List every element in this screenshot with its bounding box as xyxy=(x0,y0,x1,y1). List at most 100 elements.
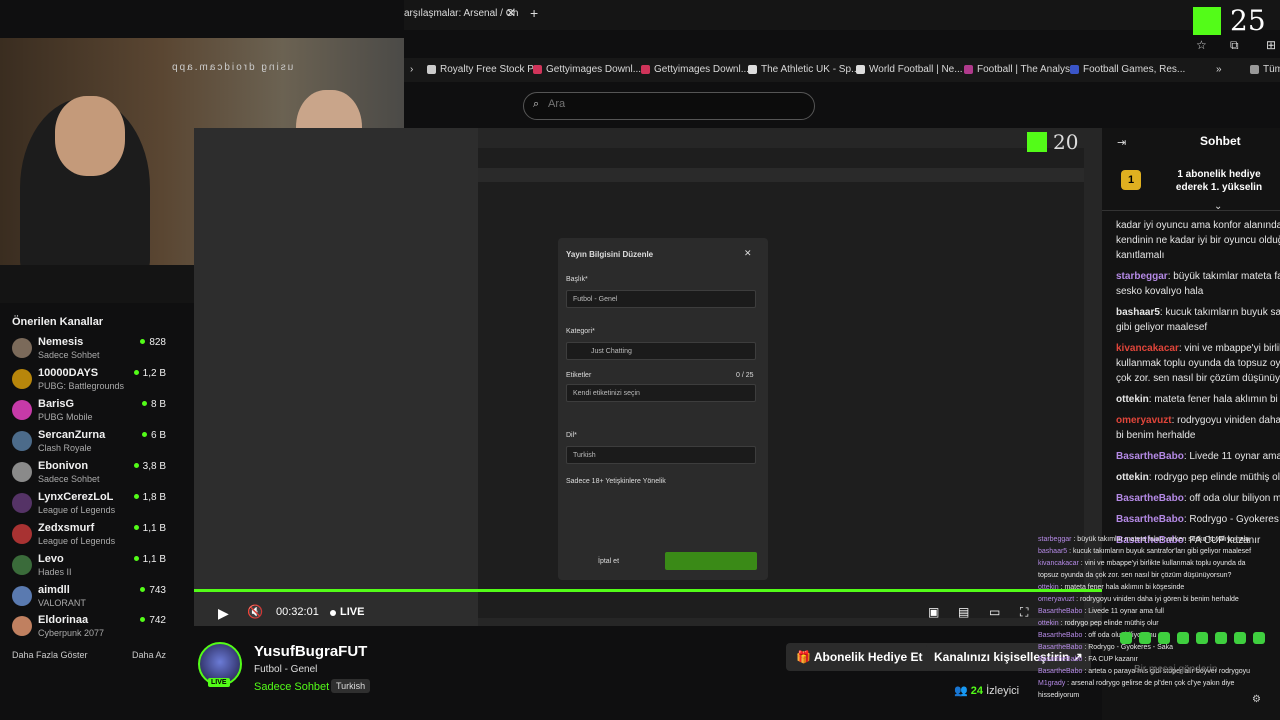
collapse-chat-icon[interactable]: ⇥ xyxy=(1117,136,1126,149)
sidebar-channel[interactable]: aimdll VALORANT 743 xyxy=(12,584,172,612)
avatar xyxy=(12,586,32,606)
progress-bar[interactable] xyxy=(194,589,1102,592)
browser-tab-title[interactable]: arşılaşmalar: Arsenal / Ch xyxy=(404,8,519,19)
chat-username[interactable]: ottekin xyxy=(1116,472,1149,483)
grid-icon[interactable]: ⊞ xyxy=(1266,38,1276,52)
channel-name: BarisG xyxy=(38,398,75,410)
bookmark-item[interactable]: The Athletic UK - Sp... xyxy=(748,64,859,75)
bookmark-label: World Football | Ne... xyxy=(869,64,963,75)
overlay-chat-line: BasartheBabo : Livede 11 oynar ama full xyxy=(1038,608,1164,615)
emote-icon[interactable] xyxy=(1177,632,1189,644)
channel-game: PUBG Mobile xyxy=(38,412,93,422)
bookmark-label: Football | The Analyst xyxy=(977,64,1073,75)
live-dot-icon xyxy=(141,432,147,437)
extensions-icon[interactable]: ⧉ xyxy=(1230,38,1239,53)
stream-tag[interactable]: Turkish xyxy=(331,679,371,693)
bookmark-favicon-icon xyxy=(856,65,865,74)
sidebar-channel[interactable]: LynxCerezLoL League of Legends 1,8 B xyxy=(12,491,172,519)
bookmark-item[interactable]: World Football | Ne... xyxy=(856,64,963,75)
chat-username[interactable]: BasartheBabo xyxy=(1116,514,1184,525)
search-input[interactable] xyxy=(546,97,800,111)
chat-username[interactable]: BasartheBabo xyxy=(1116,493,1184,504)
fullscreen-icon[interactable]: ⛶ xyxy=(1020,605,1028,620)
emote-icon[interactable] xyxy=(1196,632,1208,644)
show-more-link[interactable]: Daha Fazla Göster xyxy=(12,650,88,660)
clip-icon[interactable]: ▣ xyxy=(928,605,939,619)
bookmark-favicon-icon xyxy=(427,65,436,74)
bookmark-item[interactable]: Royalty Free Stock P... xyxy=(427,64,541,75)
avatar xyxy=(12,400,32,420)
overlay-chat-line: kivancakacar : vini ve mbappe'yi birlikt… xyxy=(1038,560,1246,567)
sidebar-channel[interactable]: Zedxsmurf League of Legends 1,1 B xyxy=(12,522,172,550)
channel-viewers: 1,1 B xyxy=(133,523,166,534)
gear-icon[interactable]: ⚙ xyxy=(1252,694,1261,705)
avatar xyxy=(12,431,32,451)
bookmark-favicon-icon xyxy=(964,65,973,74)
bookmarks-overflow-icon[interactable]: » xyxy=(1216,64,1222,75)
chat-username[interactable]: omeryavuzt xyxy=(1116,415,1172,426)
pip-icon[interactable]: ▭ xyxy=(989,605,1000,619)
pinned-gift-message[interactable]: 1 abonelik hediye ederek 1. yükselin xyxy=(1160,168,1278,194)
play-icon[interactable]: ▶ xyxy=(218,605,229,622)
overlay-chat-line: omeryavuzt : rodrygoyu viniden daha iyi … xyxy=(1038,596,1239,603)
kick-logo-number: 25 xyxy=(1230,4,1266,37)
overlay-chat-line: starbeggar : büyük takımlar mateta falan… xyxy=(1038,536,1250,543)
channel-viewers: 828 xyxy=(140,337,166,348)
bookmark-item[interactable]: Gettyimages Downl... xyxy=(641,64,749,75)
bookmark-chevron-icon[interactable]: › xyxy=(410,64,413,75)
theater-icon[interactable]: ▤ xyxy=(958,605,969,619)
bookmark-item[interactable]: Tüm xyxy=(1250,64,1280,75)
show-less-link[interactable]: Daha Az xyxy=(132,650,166,660)
bookmark-item[interactable]: Football Games, Res... xyxy=(1070,64,1185,75)
emote-icon[interactable] xyxy=(1234,632,1246,644)
channel-name: Zedxsmurf xyxy=(38,522,95,534)
chat-message: kadar iyi oyuncu ama konfor alanından xyxy=(1116,220,1280,231)
chat-username[interactable]: kivancakacar xyxy=(1116,343,1179,354)
emote-icon[interactable] xyxy=(1120,632,1132,644)
chat-username[interactable]: starbeggar xyxy=(1116,271,1168,282)
overlay-chat-line: ottekin : mateta fener hala aklımın bi k… xyxy=(1038,584,1185,591)
channel-game: Clash Royale xyxy=(38,443,92,453)
sidebar-channel[interactable]: Ebonivon Sadece Sohbet 3,8 B xyxy=(12,460,172,488)
sidebar-channel[interactable]: Eldorinaa Cyberpunk 2077 742 xyxy=(12,614,172,642)
person-left-face xyxy=(55,96,125,176)
sidebar-channel[interactable]: 10000DAYS PUBG: Battlegrounds 1,2 B xyxy=(12,367,172,395)
chat-message: ottekin: mateta fener hala aklımın bi kö xyxy=(1116,394,1280,405)
sidebar-channel[interactable]: Nemesis Sadece Sohbet 828 xyxy=(12,336,172,364)
sidebar-channel[interactable]: BarisG PUBG Mobile 8 B xyxy=(12,398,172,426)
live-badge: LIVE xyxy=(208,678,230,687)
bookmark-item[interactable]: Gettyimages Downl... xyxy=(533,64,641,75)
chat-message: kullanmak toplu oyunda da topsuz oyu xyxy=(1116,358,1280,369)
stream-category-link[interactable]: Sadece Sohbet xyxy=(254,681,329,693)
channel-name: Eldorinaa xyxy=(38,614,89,626)
gift-subscription-button[interactable]: 🎁 Abonelik Hediye Et xyxy=(786,643,933,671)
tab-close-icon[interactable]: ✕ xyxy=(506,6,516,20)
channel-name: SercanZurna xyxy=(38,429,106,441)
emote-icon[interactable] xyxy=(1253,632,1265,644)
new-tab-icon[interactable]: + xyxy=(530,5,538,21)
chat-username[interactable]: BasartheBabo xyxy=(1116,451,1184,462)
badge-icon: 1 xyxy=(1121,170,1141,190)
emote-icon[interactable] xyxy=(1215,632,1227,644)
mute-icon[interactable]: 🔇 xyxy=(247,604,263,620)
stream-left-region xyxy=(194,128,478,626)
streamer-name[interactable]: YusufBugraFUT xyxy=(254,643,367,660)
chat-message: ottekin: rodrygo pep elinde müthiş olu xyxy=(1116,472,1280,483)
chat-username[interactable]: ottekin xyxy=(1116,394,1149,405)
bookmark-favicon-icon xyxy=(1070,65,1079,74)
emote-icon[interactable] xyxy=(1139,632,1151,644)
avatar xyxy=(12,555,32,575)
chat-username[interactable]: bashaar5 xyxy=(1116,307,1160,318)
avatar xyxy=(12,369,32,389)
bookmark-item[interactable]: Football | The Analyst xyxy=(964,64,1073,75)
sidebar-channel[interactable]: Levo Hades II 1,1 B xyxy=(12,553,172,581)
star-icon[interactable]: ☆ xyxy=(1196,38,1207,52)
channel-viewers: 742 xyxy=(140,615,166,626)
modal-title-field: Futbol - Genel xyxy=(566,290,756,308)
overlay-chat-line: hissediyorum xyxy=(1038,692,1080,699)
sidebar-channel[interactable]: SercanZurna Clash Royale 6 B xyxy=(12,429,172,457)
emote-icon[interactable] xyxy=(1158,632,1170,644)
chat-input[interactable] xyxy=(1132,658,1266,680)
channel-game: PUBG: Battlegrounds xyxy=(38,381,125,391)
chat-message: BasartheBabo: Livede 11 oynar ama fu xyxy=(1116,451,1280,462)
